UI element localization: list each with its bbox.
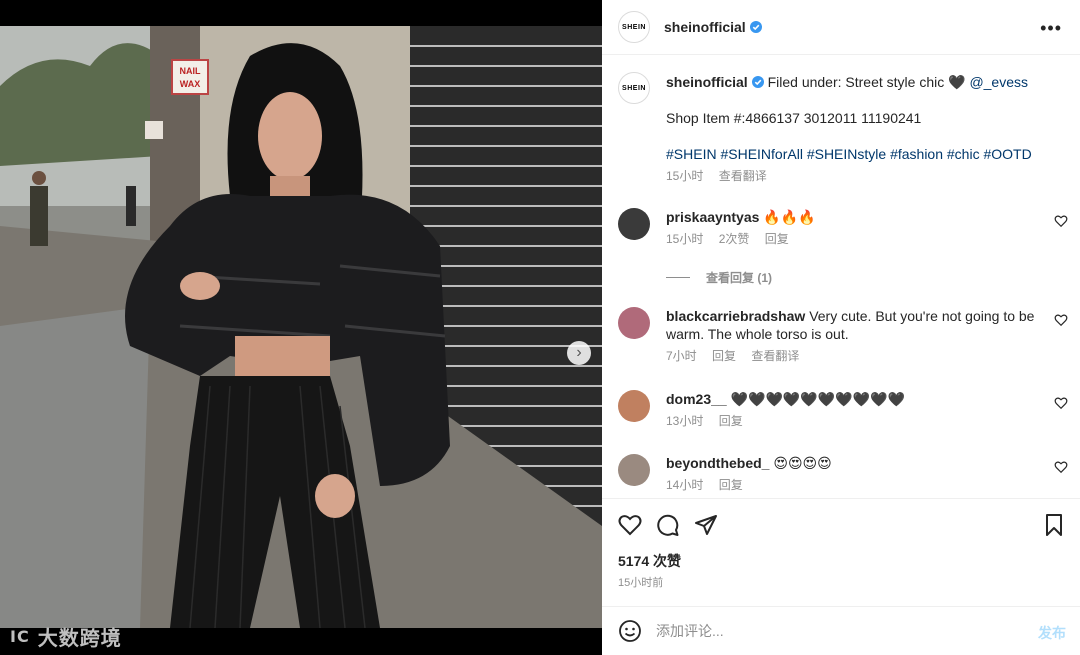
comment-body: blackcarriebradshaw Very cute. But you'r… <box>666 307 1036 365</box>
author-username-text[interactable]: sheinofficial <box>664 19 746 35</box>
svg-text:WAX: WAX <box>180 79 201 89</box>
carousel-next-button[interactable]: › <box>567 341 591 365</box>
caption-text: Filed under: Street style chic 🖤 <box>767 74 966 90</box>
caption-hashtags[interactable]: #SHEIN #SHEINforAll #SHEINstyle #fashion… <box>666 145 1066 163</box>
commenter-avatar[interactable] <box>618 307 650 339</box>
comment-reply-link[interactable]: 回复 <box>719 478 743 492</box>
caption-meta: 15小时 查看翻译 <box>666 167 1066 185</box>
view-replies-link[interactable]: 查看回复 (1) <box>666 269 772 286</box>
comment-body: priskaayntyas 🔥🔥🔥 15小时 2次赞 回复 <box>666 208 1036 248</box>
comment-meta: 15小时 2次赞 回复 <box>666 230 1036 248</box>
author-avatar[interactable]: SHEIN <box>618 11 650 43</box>
comment-translate-link[interactable]: 查看翻译 <box>751 349 799 363</box>
add-comment-bar: 发布 <box>602 606 1080 655</box>
comment-likes[interactable]: 2次赞 <box>719 232 750 246</box>
svg-text:NAIL: NAIL <box>180 66 201 76</box>
action-icons <box>618 513 718 537</box>
comment-text: 😍😍😍😍 <box>773 455 832 471</box>
comment-input[interactable] <box>656 623 1016 639</box>
watermark-text: 大数跨境 <box>37 628 122 650</box>
author-username[interactable]: sheinofficial <box>664 19 762 35</box>
comment-body: dom23__ 🖤🖤🖤🖤🖤🖤🖤🖤🖤🖤 13小时 回复 <box>666 390 1036 430</box>
verified-badge-icon <box>749 21 762 33</box>
post-comment-button[interactable]: 发布 <box>1038 623 1066 643</box>
like-heart-icon[interactable] <box>618 513 642 537</box>
comment-like-heart-icon[interactable] <box>1054 396 1068 410</box>
commenter-avatar[interactable] <box>618 208 650 240</box>
caption-time: 15小时 <box>666 169 704 183</box>
save-button[interactable] <box>1042 513 1066 542</box>
comment-like-heart-icon[interactable] <box>1054 460 1068 474</box>
caption-body: sheinofficial Filed under: Street style … <box>666 73 1066 185</box>
post-timestamp: 15小时前 <box>618 577 664 589</box>
more-options-icon[interactable]: ••• <box>1040 18 1062 39</box>
comment-bubble-icon[interactable] <box>656 513 680 537</box>
comment-time: 7小时 <box>666 349 697 363</box>
verified-badge-icon <box>751 76 764 88</box>
commenter-username[interactable]: beyondthebed_ <box>666 455 769 471</box>
comment-body: beyondthebed_ 😍😍😍😍 14小时 回复 <box>666 454 1036 494</box>
comment-text: 🖤🖤🖤🖤🖤🖤🖤🖤🖤🖤 <box>730 391 905 407</box>
bookmark-icon[interactable] <box>1042 513 1066 537</box>
commenter-username[interactable]: priskaayntyas <box>666 209 759 225</box>
post-media: NAIL WAX › IC 大数跨境 <box>0 0 602 655</box>
post-side-panel: SHEIN sheinofficial ••• SHEIN sheinoffic… <box>602 0 1080 655</box>
likes-count[interactable]: 5174 次赞 <box>618 551 681 571</box>
comment-time: 14小时 <box>666 478 704 492</box>
commenter-avatar[interactable] <box>618 454 650 486</box>
street-fashion-photo: NAIL WAX <box>0 26 602 628</box>
post-header: SHEIN sheinofficial ••• <box>602 0 1080 55</box>
comment-reply-link[interactable]: 回复 <box>719 414 743 428</box>
post-photo[interactable]: NAIL WAX › <box>0 26 602 628</box>
comment-like-heart-icon[interactable] <box>1054 214 1068 228</box>
share-paper-plane-icon[interactable] <box>694 513 718 537</box>
comment-meta: 7小时 回复 查看翻译 <box>666 347 1036 365</box>
caption-shop-line: Shop Item #:4866137 3012011 11190241 <box>666 110 922 126</box>
comment-meta: 14小时 回复 <box>666 476 1036 494</box>
post-actions: 5174 次赞 15小时前 <box>602 498 1080 606</box>
comments-list[interactable]: SHEIN sheinofficial Filed under: Street … <box>602 56 1080 498</box>
commenter-avatar[interactable] <box>618 390 650 422</box>
caption-avatar[interactable]: SHEIN <box>618 72 650 104</box>
commenter-username[interactable]: blackcarriebradshaw <box>666 308 805 324</box>
caption-translate-link[interactable]: 查看翻译 <box>719 169 767 183</box>
comment-meta: 13小时 回复 <box>666 412 1036 430</box>
comment-text: 🔥🔥🔥 <box>763 209 816 225</box>
caption-mention-link[interactable]: @_evess <box>969 74 1028 90</box>
comment-reply-link[interactable]: 回复 <box>765 232 789 246</box>
view-replies-text[interactable]: 查看回复 (1) <box>706 269 772 286</box>
commenter-username[interactable]: dom23__ <box>666 391 727 407</box>
comment-time: 15小时 <box>666 232 704 246</box>
caption-username[interactable]: sheinofficial <box>666 74 748 90</box>
emoji-icon[interactable] <box>618 619 642 643</box>
comment-like-heart-icon[interactable] <box>1054 313 1068 327</box>
watermark: IC 大数跨境 <box>10 622 122 651</box>
watermark-logo: IC <box>10 627 30 646</box>
comment-reply-link[interactable]: 回复 <box>712 349 736 363</box>
view-replies-divider <box>666 277 690 278</box>
comment-time: 13小时 <box>666 414 704 428</box>
